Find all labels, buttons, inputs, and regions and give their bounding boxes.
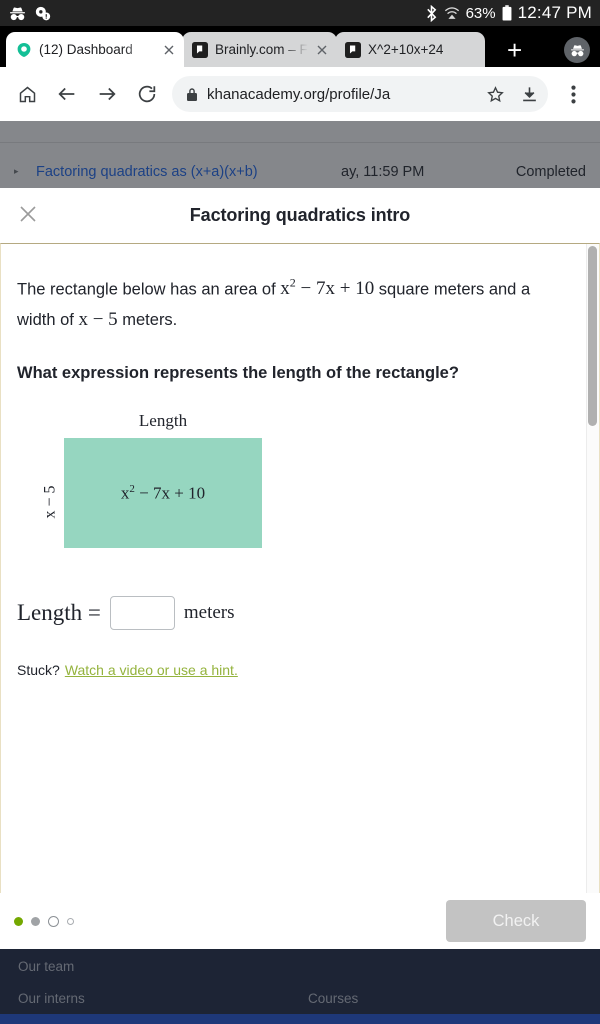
figure-width-label: x − 5 bbox=[41, 485, 59, 519]
wifi-icon bbox=[444, 6, 460, 20]
progress-dots bbox=[14, 915, 74, 927]
problem-question: What expression represents the length of… bbox=[17, 363, 459, 382]
khan-academy-leaf-icon bbox=[16, 42, 32, 58]
star-icon[interactable] bbox=[482, 85, 508, 104]
three-dot-menu-icon[interactable] bbox=[554, 75, 592, 113]
modal-title: Factoring quadratics intro bbox=[189, 205, 411, 225]
exercise-card: The rectangle below has an area of x2 − … bbox=[0, 243, 600, 893]
back-arrow-icon[interactable] bbox=[48, 75, 86, 113]
modal-footer: Check bbox=[0, 893, 600, 949]
answer-unit-label: meters bbox=[183, 601, 235, 623]
figure-rectangle-shape: x2 − 7x + 10 bbox=[64, 437, 262, 548]
prompt-width-expression: x − 5 bbox=[78, 309, 118, 331]
bluetooth-icon bbox=[425, 4, 438, 22]
browser-tab-2-title: X^2+10x+24 bbox=[368, 42, 444, 57]
incognito-icon bbox=[8, 6, 27, 21]
stuck-row: Stuck? Watch a video or use a hint. bbox=[17, 662, 570, 678]
problem-prompt: The rectangle below has an area of x2 − … bbox=[17, 274, 570, 336]
hint-link[interactable]: Watch a video or use a hint. bbox=[65, 662, 238, 678]
browser-tab-1-close-icon[interactable] bbox=[315, 43, 331, 57]
reload-icon[interactable] bbox=[128, 75, 166, 113]
answer-label: Length = bbox=[17, 599, 101, 625]
answer-input[interactable] bbox=[109, 595, 175, 630]
download-icon[interactable] bbox=[516, 85, 542, 104]
stuck-label: Stuck? bbox=[17, 661, 60, 678]
answer-row: Length = meters bbox=[17, 595, 570, 630]
brainly-icon bbox=[345, 41, 361, 58]
figure-area-expression: x2 − 7x + 10 bbox=[120, 482, 206, 503]
check-button[interactable]: Check bbox=[446, 900, 586, 942]
progress-dot-3 bbox=[67, 917, 74, 925]
modal-header: Factoring quadratics intro bbox=[0, 188, 600, 243]
progress-dot-2 bbox=[48, 915, 59, 927]
exercise-content: The rectangle below has an area of x2 − … bbox=[1, 244, 586, 893]
exercise-modal: Factoring quadratics intro The rectangle… bbox=[0, 188, 600, 949]
progress-dot-1 bbox=[31, 916, 40, 926]
browser-tab-2[interactable]: X^2+10x+24 bbox=[335, 32, 485, 67]
exercise-scrollbar-thumb[interactable] bbox=[588, 246, 597, 426]
close-icon[interactable] bbox=[17, 203, 43, 229]
browser-tab-0-title: (12) Dashboard bbox=[39, 42, 133, 57]
prompt-text-part3: meters. bbox=[117, 311, 178, 330]
browser-tab-1[interactable]: Brainly.com – F bbox=[182, 32, 337, 67]
notification-badge-icon bbox=[34, 6, 51, 21]
android-status-bar: 63% 12:47 PM bbox=[0, 0, 600, 26]
browser-tab-0[interactable]: (12) Dashboard bbox=[6, 32, 184, 67]
browser-tab-strip: (12) Dashboard Brainly.com – F X^2+10x+2… bbox=[0, 26, 600, 67]
figure-length-label: Length bbox=[138, 410, 188, 430]
lock-icon bbox=[186, 87, 199, 102]
browser-tab-1-title: Brainly.com – F bbox=[215, 42, 308, 57]
browser-tab-0-close-icon[interactable] bbox=[162, 43, 178, 57]
home-icon[interactable] bbox=[8, 75, 46, 113]
brainly-icon bbox=[192, 41, 208, 58]
incognito-avatar-icon[interactable] bbox=[564, 37, 590, 63]
clock-time: 12:47 PM bbox=[517, 3, 592, 22]
status-right-icons: 63% 12:47 PM bbox=[425, 3, 592, 23]
prompt-text-part1: The rectangle below has an area of bbox=[17, 280, 281, 299]
new-tab-button[interactable]: + bbox=[499, 37, 530, 63]
browser-toolbar: khanacademy.org/profile/Ja bbox=[0, 67, 600, 121]
rectangle-figure: Length x2 − 7x + 10 x − 5 bbox=[17, 411, 277, 561]
prompt-area-expression: x2 − 7x + 10 bbox=[280, 276, 375, 300]
address-bar[interactable]: khanacademy.org/profile/Ja bbox=[172, 76, 548, 112]
exercise-scrollbar[interactable] bbox=[586, 244, 599, 893]
progress-dot-0 bbox=[14, 916, 23, 926]
battery-percent: 63% bbox=[465, 4, 496, 22]
address-bar-url: khanacademy.org/profile/Ja bbox=[207, 85, 391, 103]
battery-icon bbox=[502, 5, 512, 21]
forward-arrow-icon[interactable] bbox=[88, 75, 126, 113]
status-left-icons bbox=[8, 6, 51, 21]
